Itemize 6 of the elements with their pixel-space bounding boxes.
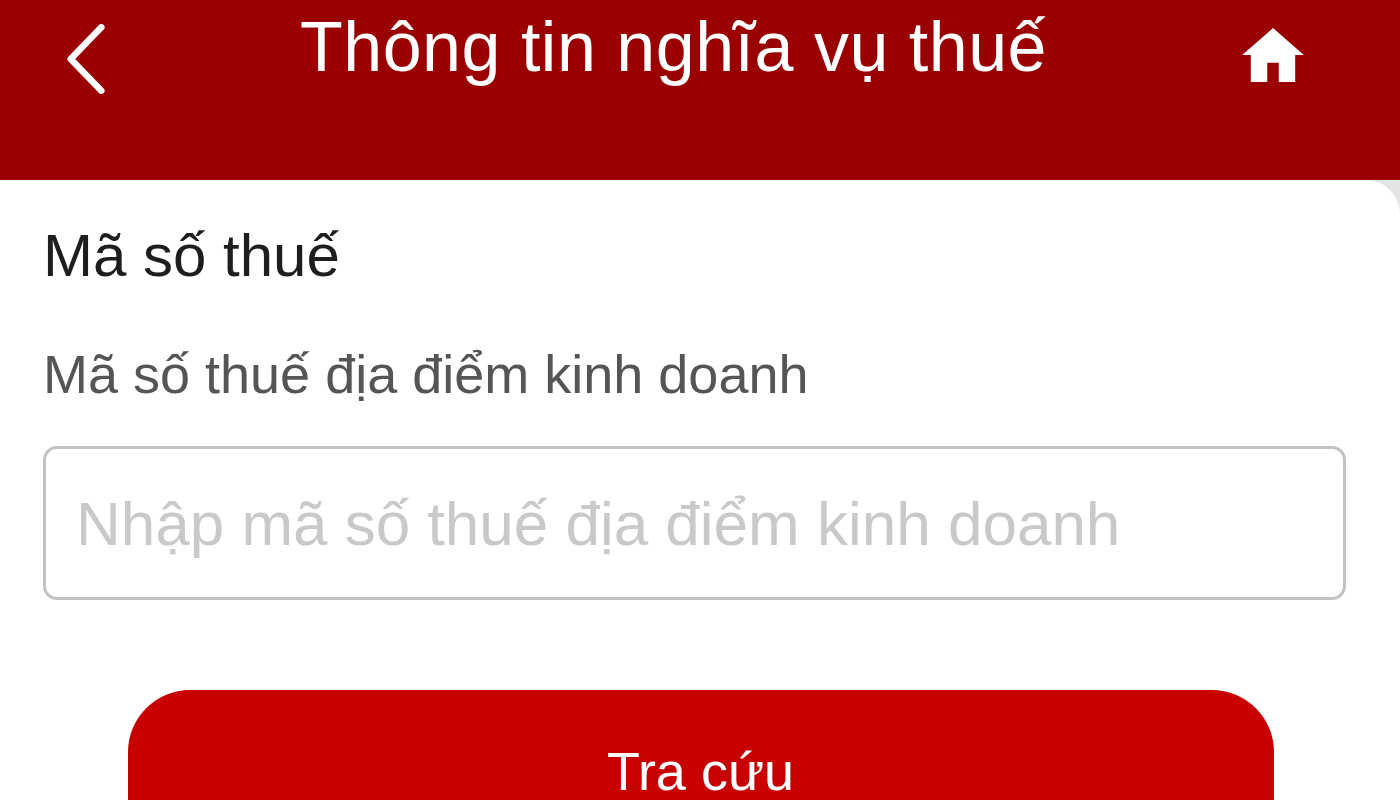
back-chevron-icon[interactable] [66,24,106,94]
home-icon[interactable] [1241,28,1305,82]
search-button[interactable]: Tra cứu [127,690,1274,800]
page-title: Thông tin nghĩa vụ thuế [299,7,1047,88]
section-title: Mã số thuế [43,221,340,291]
field-label: Mã số thuế địa điểm kinh doanh [43,343,809,406]
